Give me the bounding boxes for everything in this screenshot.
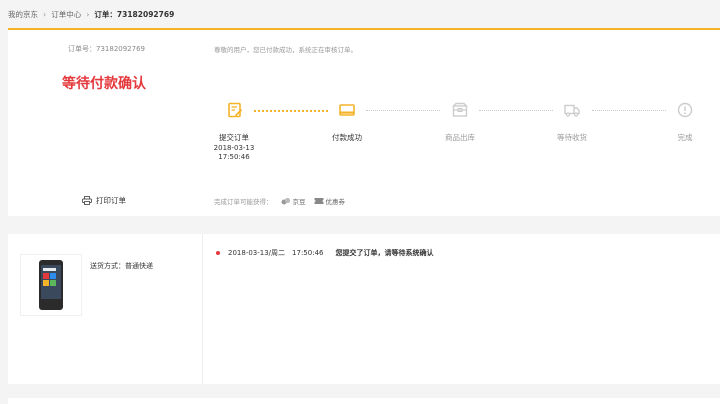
rewards-beans: 京豆 bbox=[281, 196, 306, 206]
payment-icon bbox=[339, 104, 355, 116]
step-label-complete: 完成 bbox=[677, 133, 693, 142]
tracking-entry: 2018-03-13/周二 17:50:46 您提交了订单，请等待系统确认 bbox=[216, 248, 433, 258]
step-time-submit: 17:50:46 bbox=[218, 153, 250, 161]
product-thumbnail[interactable] bbox=[20, 254, 82, 316]
beans-icon bbox=[281, 197, 290, 205]
complete-icon bbox=[677, 102, 693, 118]
tracking-message: 您提交了订单，请等待系统确认 bbox=[335, 249, 434, 257]
progress-connector bbox=[479, 110, 553, 112]
warehouse-icon bbox=[452, 102, 468, 117]
step-label-paid: 付款成功 bbox=[332, 133, 362, 142]
coupon-icon bbox=[314, 198, 323, 204]
tracking-time: 2018-03-13/周二 17:50:46 bbox=[228, 249, 324, 257]
order-detail-panel: 送货方式：普通快递 2018-03-13/周二 17:50:46 您提交了订单，… bbox=[8, 234, 720, 384]
progress-connector bbox=[366, 110, 440, 112]
phone-product-image bbox=[39, 260, 63, 310]
rewards-label: 完成订单可能获得： bbox=[214, 198, 273, 206]
chevron-right-icon: › bbox=[43, 9, 47, 19]
order-number: 订单号：73182092769 bbox=[68, 45, 145, 53]
progress-connector bbox=[592, 110, 666, 112]
breadcrumb-orders[interactable]: 订单中心 bbox=[51, 9, 81, 20]
step-label-shipped: 商品出库 bbox=[445, 133, 475, 142]
order-summary: 订单号：73182092769 等待付款确认 打印订单 bbox=[8, 30, 204, 216]
breadcrumb-current: 订单：73182092769 bbox=[94, 9, 175, 19]
step-label-receiving: 等待收货 bbox=[557, 133, 587, 142]
tracking-dot bbox=[216, 251, 220, 255]
print-order-label: 打印订单 bbox=[96, 196, 126, 205]
printer-icon bbox=[82, 196, 92, 205]
breadcrumb-home[interactable]: 我的京东 bbox=[8, 9, 38, 20]
next-panel bbox=[8, 398, 720, 404]
print-order-button[interactable]: 打印订单 bbox=[82, 195, 126, 206]
rewards-coupon: 优惠券 bbox=[314, 196, 345, 206]
column-divider bbox=[202, 234, 203, 384]
submit-order-icon bbox=[228, 102, 243, 118]
breadcrumb: 我的京东 › 订单中心 › 订单：73182092769 bbox=[8, 7, 174, 21]
chevron-right-icon: › bbox=[86, 9, 90, 19]
step-label-submit: 提交订单 bbox=[219, 133, 249, 142]
order-status-panel: 订单号：73182092769 等待付款确认 打印订单 尊敬的用户，您已付款成功… bbox=[8, 28, 720, 216]
completion-rewards: 完成订单可能获得： 京豆 优惠券 bbox=[214, 196, 345, 206]
status-notice: 尊敬的用户，您已付款成功，系统正在审核订单。 bbox=[214, 46, 357, 54]
step-date-submit: 2018-03-13 bbox=[213, 144, 255, 152]
delivery-truck-icon bbox=[564, 104, 580, 117]
order-status-title: 等待付款确认 bbox=[62, 76, 146, 92]
progress-connector bbox=[254, 110, 328, 112]
shipping-method: 送货方式：普通快递 bbox=[90, 262, 153, 270]
